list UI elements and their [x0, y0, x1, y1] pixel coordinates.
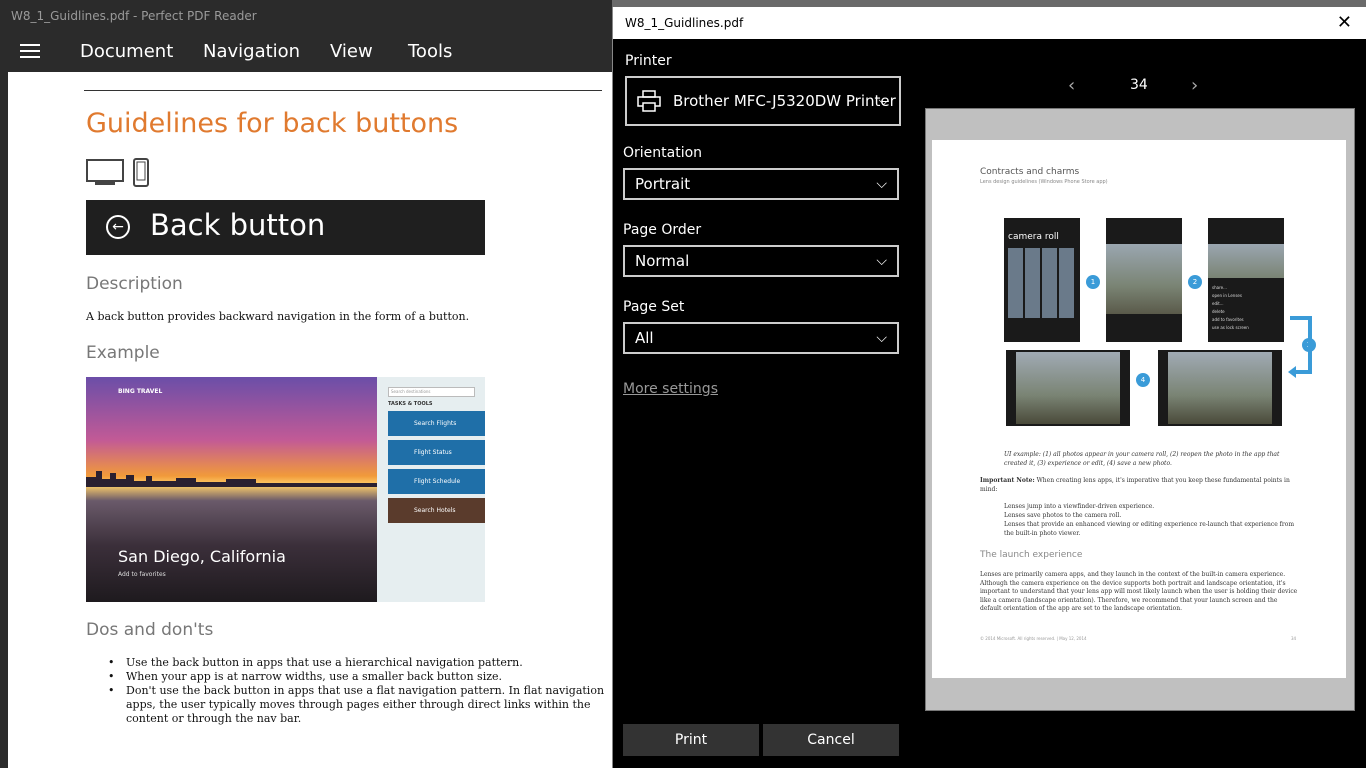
list-item: Don't use the back button in apps that u…	[108, 684, 606, 726]
note-label: Important Note:	[980, 477, 1035, 484]
menu-view[interactable]: View	[330, 32, 373, 72]
dos-heading: Dos and don'ts	[86, 620, 214, 640]
tasks-label: TASKS & TOOLS	[388, 401, 433, 407]
dialog-title: W8_1_Guidlines.pdf	[613, 7, 1366, 39]
back-arrow-icon: ←	[106, 215, 130, 239]
preview-screenshot-2	[1106, 218, 1182, 342]
app-name: BING TRAVEL	[118, 388, 163, 395]
list-item: delete	[1212, 309, 1225, 314]
printer-value: Brother MFC-J5320DW Printer	[673, 92, 896, 110]
pdf-reader-window: W8_1_Guidlines.pdf - Perfect PDF Reader …	[0, 0, 612, 768]
menu-navigation[interactable]: Navigation	[203, 32, 300, 72]
preview-section: The launch experience	[980, 550, 1083, 560]
back-button-banner: ← Back button	[86, 200, 485, 255]
page-order-select[interactable]: Normal ⌵	[623, 245, 899, 277]
description-heading: Description	[86, 274, 183, 294]
list-item: When your app is at narrow widths, use a…	[108, 670, 606, 684]
page-order-value: Normal	[635, 252, 690, 270]
skyline-graphic	[86, 471, 377, 487]
menu-document[interactable]: Document	[80, 32, 173, 72]
thumbnail-grid	[1008, 248, 1076, 318]
tasks-pane: Search destinations TASKS & TOOLS Search…	[377, 377, 485, 602]
example-heading: Example	[86, 343, 160, 363]
cancel-button[interactable]: Cancel	[763, 724, 899, 756]
list-item: Lenses jump into a viewfinder-driven exp…	[1004, 503, 1155, 510]
more-settings-link[interactable]: More settings	[623, 381, 718, 397]
page-order-label: Page Order	[623, 222, 702, 238]
preview-screenshot-4	[1006, 350, 1130, 426]
tile-search-hotels: Search Hotels	[388, 498, 485, 523]
document-page[interactable]: Guidelines for back buttons ← Back butto…	[8, 72, 612, 768]
header-rule	[84, 90, 602, 91]
list-item: Lenses save photos to the camera roll.	[1004, 512, 1122, 519]
list-item: Lenses that provide an enhanced viewing …	[1004, 521, 1295, 537]
preview-paragraph: Lenses are primarily camera apps, and th…	[980, 571, 1298, 612]
chevron-down-icon: ⌵	[878, 93, 889, 109]
preview-subheading: Lens design guidelines (Windows Phone St…	[980, 179, 1108, 185]
search-box: Search destinations	[388, 387, 475, 397]
dos-list: Use the back button in apps that use a h…	[108, 656, 606, 726]
menu-tools[interactable]: Tools	[408, 32, 452, 72]
shot-title: camera roll	[1008, 232, 1059, 242]
tile-flight-schedule: Flight Schedule	[388, 469, 485, 494]
preview-screenshot-5	[1158, 350, 1282, 426]
print-button[interactable]: Print	[623, 724, 759, 756]
preview-menu: share... open in Lenses edit... delete a…	[1212, 284, 1249, 332]
tile-flight-status: Flight Status	[388, 440, 485, 465]
page-title: Guidelines for back buttons	[86, 108, 459, 139]
print-dialog: W8_1_Guidlines.pdf ✕ Printer Brother MFC…	[612, 7, 1366, 768]
printer-icon	[637, 90, 661, 112]
previous-page-icon[interactable]: ‹	[1068, 75, 1075, 96]
menu-bar: Document Navigation View Tools	[0, 32, 612, 72]
preview-footer-page: 34	[1291, 636, 1297, 641]
pc-phone-icon	[86, 158, 149, 187]
city-photo: BING TRAVEL San Diego, California Add to…	[86, 377, 377, 602]
orientation-value: Portrait	[635, 175, 691, 193]
step-badge-1: 1	[1086, 275, 1100, 289]
orientation-select[interactable]: Portrait ⌵	[623, 168, 899, 200]
tile-search-flights: Search Flights	[388, 411, 485, 436]
print-preview: Contracts and charms Lens design guideli…	[925, 108, 1355, 711]
step-badge-2: 2	[1188, 275, 1202, 289]
list-item: Use the back button in apps that use a h…	[108, 656, 606, 670]
list-item: edit...	[1212, 301, 1224, 306]
page-navigator: ‹ 34 ›	[1068, 75, 1218, 96]
list-item: use as lock screen	[1212, 325, 1249, 330]
preview-bullets: Lenses jump into a viewfinder-driven exp…	[1004, 502, 1300, 538]
chevron-down-icon: ⌵	[876, 176, 887, 192]
list-item: share...	[1212, 285, 1227, 290]
page-set-value: All	[635, 329, 654, 347]
favorites-label: Add to favorites	[118, 571, 166, 578]
chevron-down-icon: ⌵	[876, 330, 887, 346]
list-item: add to favorites	[1212, 317, 1244, 322]
preview-screenshot-1: camera roll	[1004, 218, 1080, 342]
example-image: BING TRAVEL San Diego, California Add to…	[86, 377, 485, 602]
banner-text: Back button	[150, 208, 326, 242]
flow-arrow-icon	[1288, 316, 1312, 378]
printer-label: Printer	[625, 53, 672, 69]
page-set-label: Page Set	[623, 299, 685, 315]
description-text: A back button provides backward navigati…	[86, 310, 470, 323]
list-item: open in Lenses	[1212, 293, 1242, 298]
device-icons	[86, 158, 156, 192]
preview-caption: UI example: (1) all photos appear in you…	[1004, 451, 1280, 467]
page-set-select[interactable]: All ⌵	[623, 322, 899, 354]
next-page-icon[interactable]: ›	[1191, 75, 1198, 96]
preview-screenshot-3: share... open in Lenses edit... delete a…	[1208, 218, 1284, 342]
hamburger-menu-icon[interactable]	[20, 44, 40, 60]
preview-footer: © 2014 Microsoft. All rights reserved. |…	[980, 636, 1087, 641]
window-title: W8_1_Guidlines.pdf - Perfect PDF Reader	[0, 0, 612, 32]
preview-note: Important Note: When creating lens apps,…	[980, 476, 1300, 494]
close-icon[interactable]: ✕	[1337, 7, 1352, 39]
chevron-down-icon: ⌵	[876, 253, 887, 269]
page-number: 34	[1130, 77, 1148, 93]
preview-page: Contracts and charms Lens design guideli…	[932, 140, 1346, 678]
preview-heading: Contracts and charms	[980, 167, 1080, 177]
printer-select[interactable]: Brother MFC-J5320DW Printer ⌵	[625, 76, 901, 126]
step-badge-4: 4	[1136, 373, 1150, 387]
city-name: San Diego, California	[118, 547, 286, 566]
orientation-label: Orientation	[623, 145, 703, 161]
